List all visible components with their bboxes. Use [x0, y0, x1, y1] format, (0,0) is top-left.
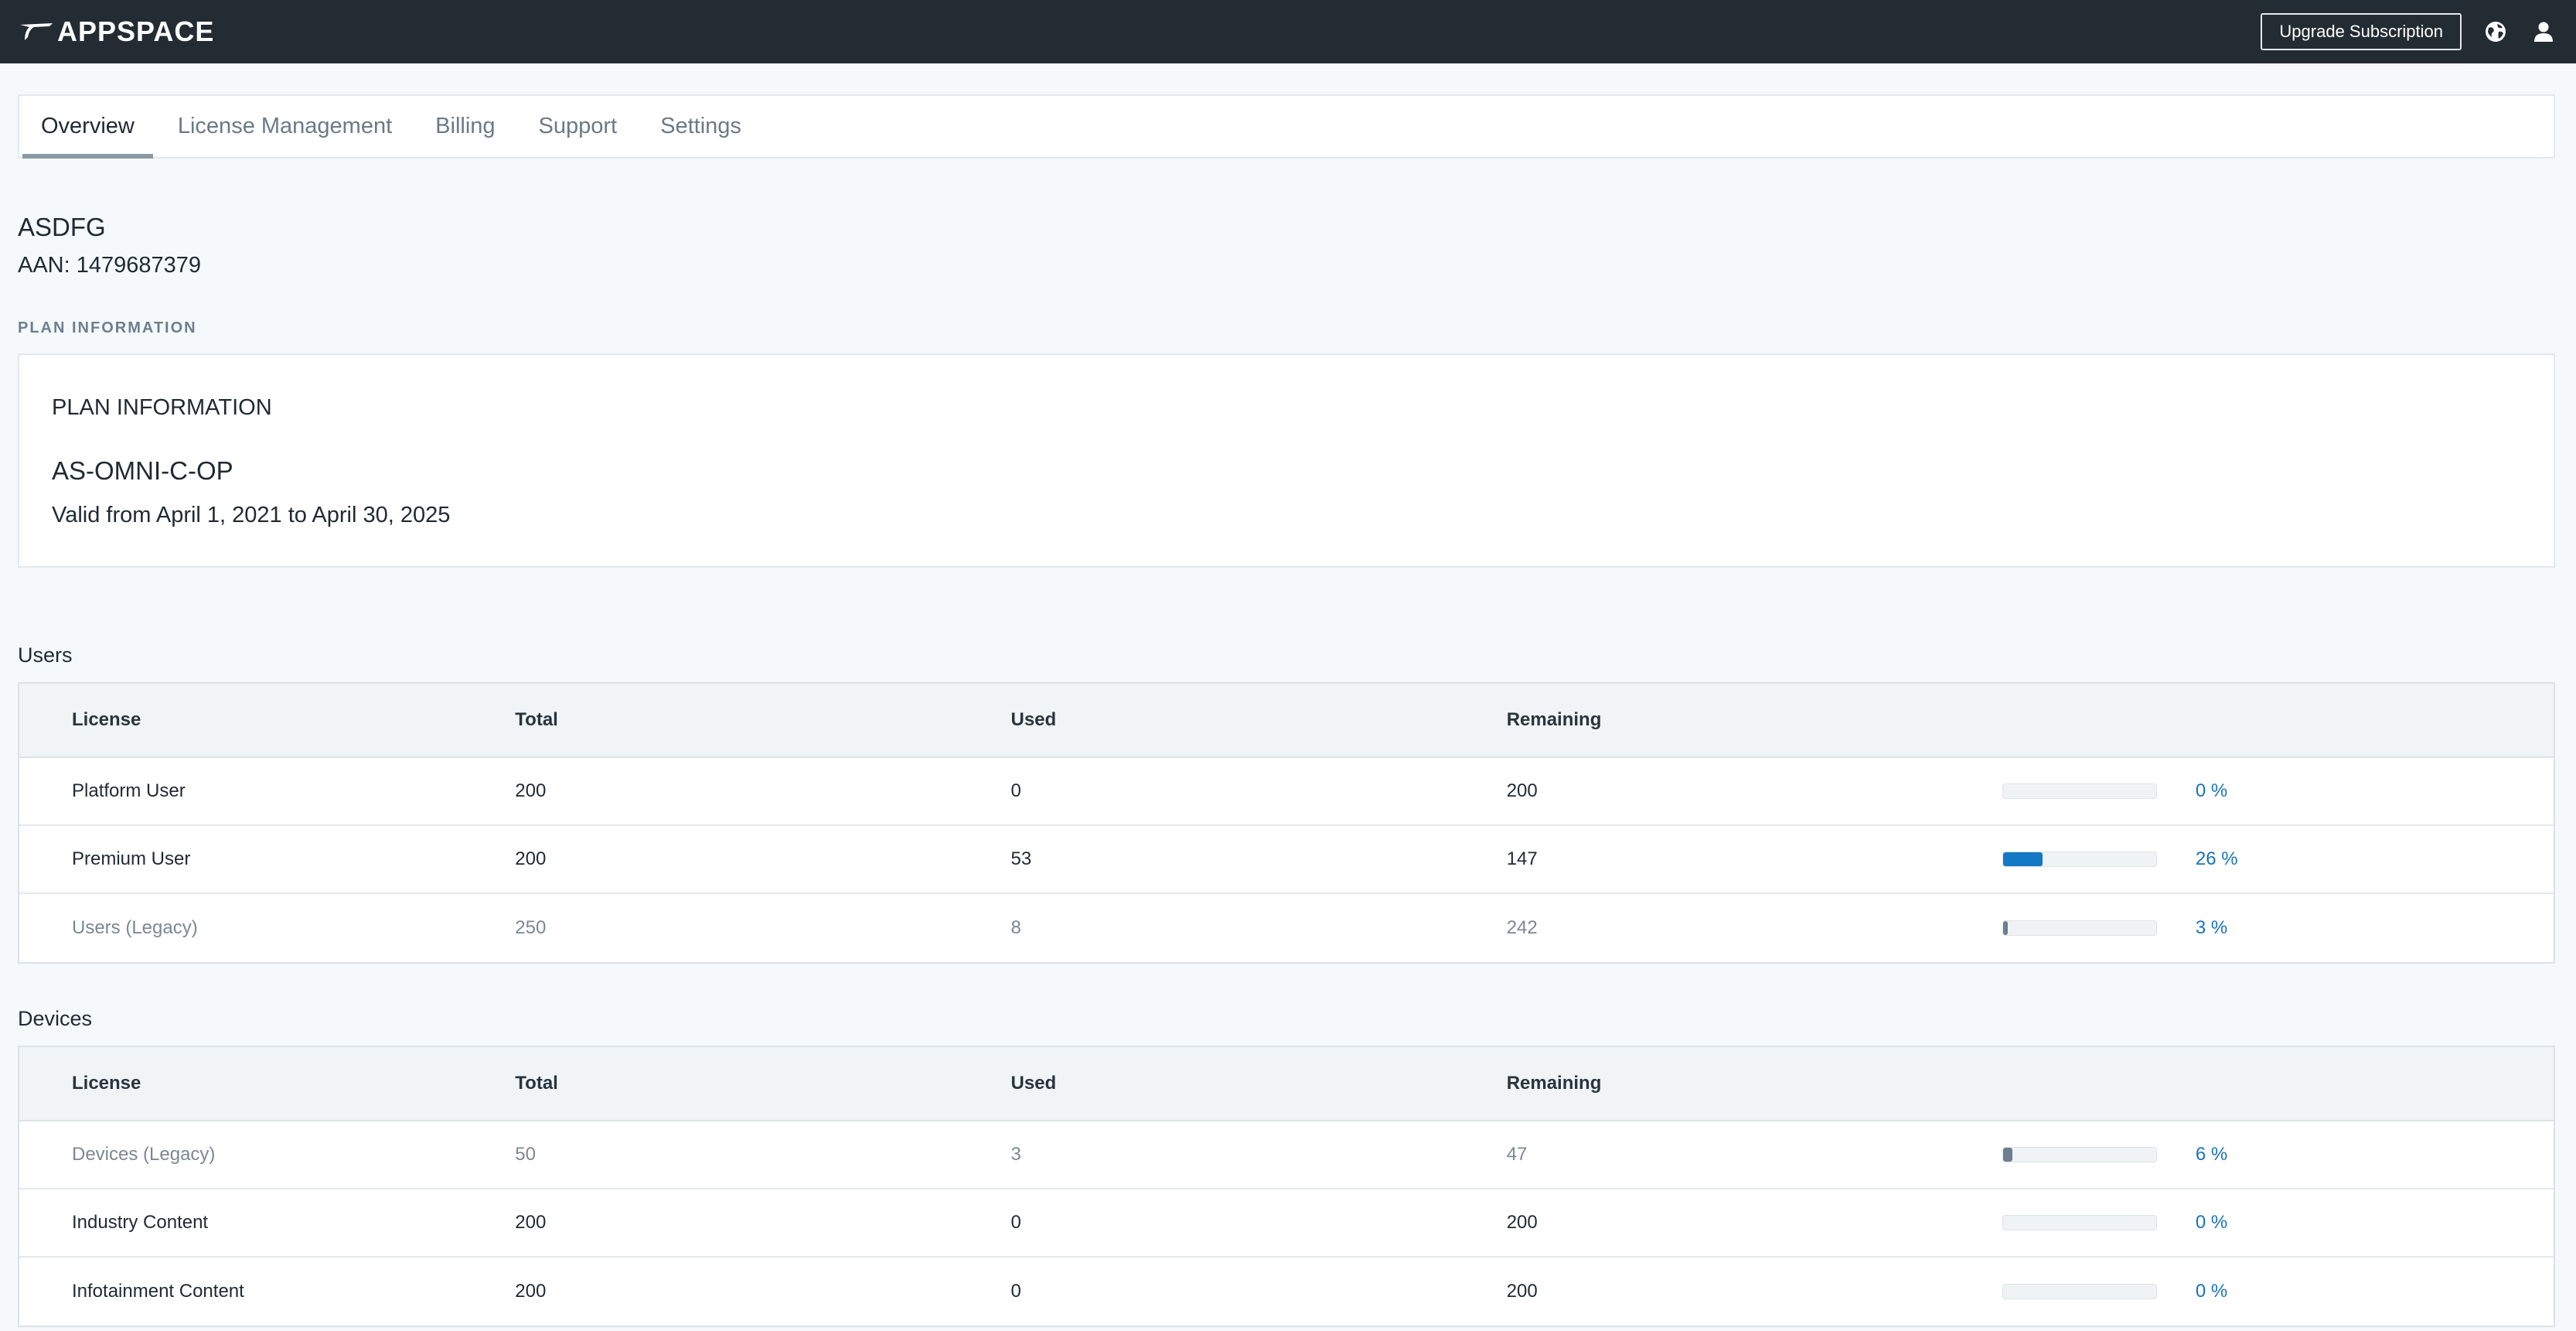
license-total: 200 — [515, 780, 547, 801]
license-used: 8 — [1010, 917, 1021, 938]
license-remaining: 200 — [1506, 780, 1538, 801]
appspace-logo[interactable]: APPSPACE — [19, 15, 214, 48]
tab-support[interactable]: Support — [520, 96, 636, 157]
license-used: 0 — [1010, 1212, 1021, 1233]
usage-cell: 0 % — [2002, 780, 2554, 802]
license-total: 250 — [515, 917, 547, 938]
license-used: 0 — [1010, 1281, 1021, 1302]
license-used: 53 — [1010, 848, 1032, 869]
license-total: 200 — [515, 1212, 547, 1233]
license-total: 50 — [515, 1144, 536, 1165]
users-section-label: Users — [18, 643, 73, 667]
table-row: Users (Legacy) 250 8 242 3 % — [19, 894, 2554, 962]
column-remaining: Remaining — [1506, 1073, 1602, 1094]
usage-cell: 26 % — [2002, 848, 2554, 870]
usage-cell: 0 % — [2002, 1281, 2554, 1302]
column-total: Total — [515, 709, 558, 730]
column-license: License — [72, 1073, 141, 1094]
account-name: ASDFG — [18, 213, 106, 241]
devices-section-label: Devices — [18, 1007, 93, 1030]
devices-table-body: Devices (Legacy) 50 3 47 6 % Industry Content… — [19, 1121, 2554, 1326]
tab-overview[interactable]: Overview — [22, 96, 153, 159]
usage-percent: 0 % — [2195, 1212, 2228, 1233]
usage-progress-bar — [2002, 1284, 2157, 1299]
column-used: Used — [1010, 1073, 1057, 1094]
table-header: License Total Used Remaining — [19, 1047, 2554, 1121]
users-license-table: License Total Used Remaining Platform Us… — [18, 682, 2555, 964]
license-name: Users (Legacy) — [72, 917, 198, 938]
usage-progress-bar — [2002, 1147, 2157, 1162]
license-remaining: 200 — [1506, 1212, 1538, 1233]
usage-progress-bar — [2002, 851, 2157, 867]
tab-license-management[interactable]: License Management — [159, 96, 411, 157]
column-used: Used — [1010, 709, 1057, 730]
devices-license-table: License Total Used Remaining Devices (Le… — [18, 1046, 2555, 1327]
table-row: Devices (Legacy) 50 3 47 6 % — [19, 1121, 2554, 1189]
brand-name: APPSPACE — [57, 15, 215, 47]
table-row: Platform User 200 0 200 0 % — [19, 758, 2554, 826]
license-used: 0 — [1010, 780, 1021, 801]
users-table-body: Platform User 200 0 200 0 % Premium User 200 53… — [19, 758, 2554, 962]
logo-wing-icon — [20, 23, 53, 40]
usage-percent: 3 % — [2195, 917, 2228, 938]
usage-percent: 0 % — [2195, 780, 2228, 801]
tab-billing[interactable]: Billing — [417, 96, 513, 157]
license-remaining: 200 — [1506, 1281, 1538, 1302]
globe-icon[interactable] — [2482, 18, 2510, 46]
plan-validity: Valid from April 1, 2021 to April 30, 20… — [52, 503, 451, 527]
plan-code: AS-OMNI-C-OP — [52, 456, 233, 485]
license-name: Devices (Legacy) — [72, 1144, 216, 1165]
plan-section-caption: PLAN INFORMATION — [18, 319, 197, 336]
upgrade-subscription-button[interactable]: Upgrade Subscription — [2261, 13, 2462, 50]
table-row: Premium User 200 53 147 26 % — [19, 826, 2554, 894]
usage-progress-fill — [2002, 1148, 2012, 1162]
license-name: Industry Content — [72, 1212, 209, 1233]
user-icon[interactable] — [2530, 18, 2557, 46]
usage-percent: 26 % — [2195, 848, 2238, 869]
column-total: Total — [515, 1073, 558, 1094]
license-name: Premium User — [72, 848, 191, 869]
column-license: License — [72, 709, 141, 730]
usage-progress-fill — [2002, 852, 2043, 866]
license-name: Infotainment Content — [72, 1281, 244, 1302]
tab-settings[interactable]: Settings — [642, 96, 760, 157]
usage-progress-bar — [2002, 1215, 2157, 1230]
license-remaining: 47 — [1506, 1144, 1528, 1165]
usage-progress-bar — [2002, 920, 2157, 936]
license-total: 200 — [515, 1281, 547, 1302]
license-remaining: 242 — [1506, 917, 1538, 938]
plan-information-card: PLAN INFORMATION AS-OMNI-C-OP Valid from… — [18, 353, 2555, 568]
column-remaining: Remaining — [1506, 709, 1602, 730]
license-remaining: 147 — [1506, 848, 1538, 869]
usage-cell: 3 % — [2002, 917, 2554, 939]
usage-cell: 0 % — [2002, 1212, 2554, 1234]
top-bar: APPSPACE Upgrade Subscription — [0, 0, 2576, 63]
license-name: Platform User — [72, 780, 186, 801]
account-number: AAN: 1479687379 — [18, 253, 202, 278]
table-header: License Total Used Remaining — [19, 684, 2554, 758]
usage-progress-fill — [2002, 921, 2008, 935]
usage-cell: 6 % — [2002, 1144, 2554, 1165]
usage-progress-bar — [2002, 783, 2157, 799]
license-total: 200 — [515, 848, 547, 869]
license-used: 3 — [1010, 1144, 1021, 1165]
plan-card-title: PLAN INFORMATION — [52, 395, 272, 420]
table-row: Infotainment Content 200 0 200 0 % — [19, 1258, 2554, 1326]
main-tabs: Overview License Management Billing Supp… — [18, 94, 2555, 159]
table-row: Industry Content 200 0 200 0 % — [19, 1189, 2554, 1258]
usage-percent: 6 % — [2195, 1144, 2228, 1165]
usage-percent: 0 % — [2195, 1281, 2228, 1302]
